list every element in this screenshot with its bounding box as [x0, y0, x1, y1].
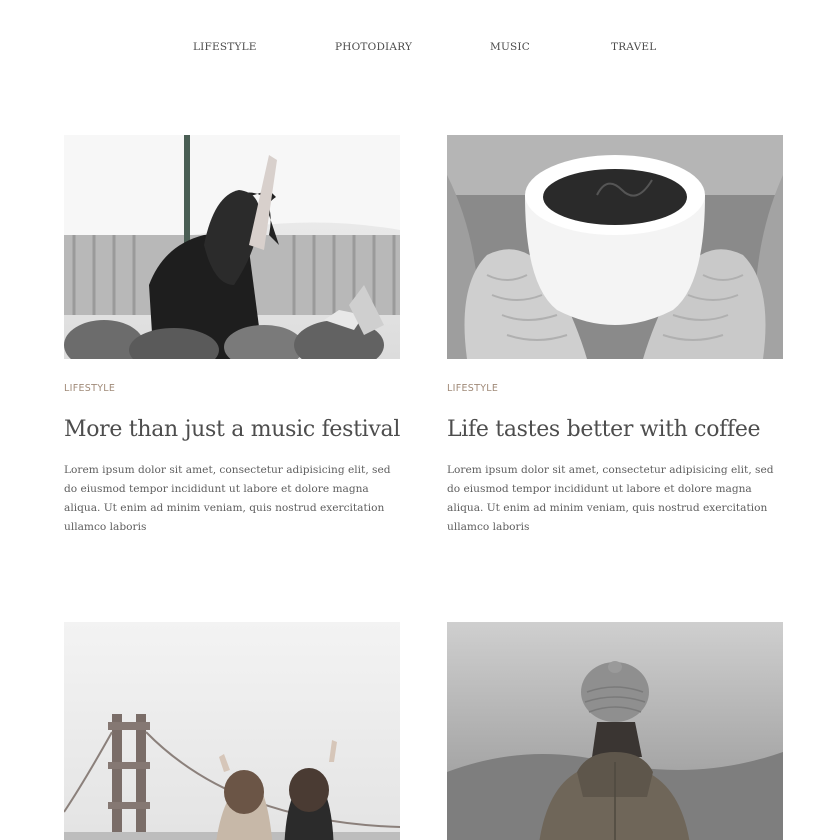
nav-item-lifestyle[interactable]: LIFESTYLE — [193, 41, 257, 53]
post-excerpt: Lorem ipsum dolor sit amet, consectetur … — [447, 464, 774, 533]
post-card: LIFESTYLE More than just a music festiva… — [64, 135, 400, 537]
post-card — [64, 622, 400, 840]
nav-item-music[interactable]: MUSIC — [490, 41, 530, 53]
post-title[interactable]: More than just a music festival — [64, 415, 400, 445]
nav-item-travel[interactable]: TRAVEL — [611, 41, 656, 53]
post-card — [447, 622, 783, 840]
nav-item-photodiary[interactable]: PHOTODIARY — [335, 41, 412, 53]
top-navigation: LIFESTYLE PHOTODIARY MUSIC TRAVEL — [0, 41, 840, 57]
post-image-hiker[interactable] — [447, 622, 783, 840]
post-image-festival[interactable] — [64, 135, 400, 359]
post-category[interactable]: LIFESTYLE — [447, 383, 783, 395]
post-excerpt: Lorem ipsum dolor sit amet, consectetur … — [64, 464, 391, 533]
post-title[interactable]: Life tastes better with coffee — [447, 415, 783, 445]
post-category[interactable]: LIFESTYLE — [64, 383, 400, 395]
post-card: LIFESTYLE Life tastes better with coffee… — [447, 135, 783, 537]
post-image-coffee[interactable] — [447, 135, 783, 359]
post-image-bridge[interactable] — [64, 622, 400, 840]
blog-page: LIFESTYLE PHOTODIARY MUSIC TRAVEL LIFEST… — [0, 0, 840, 840]
